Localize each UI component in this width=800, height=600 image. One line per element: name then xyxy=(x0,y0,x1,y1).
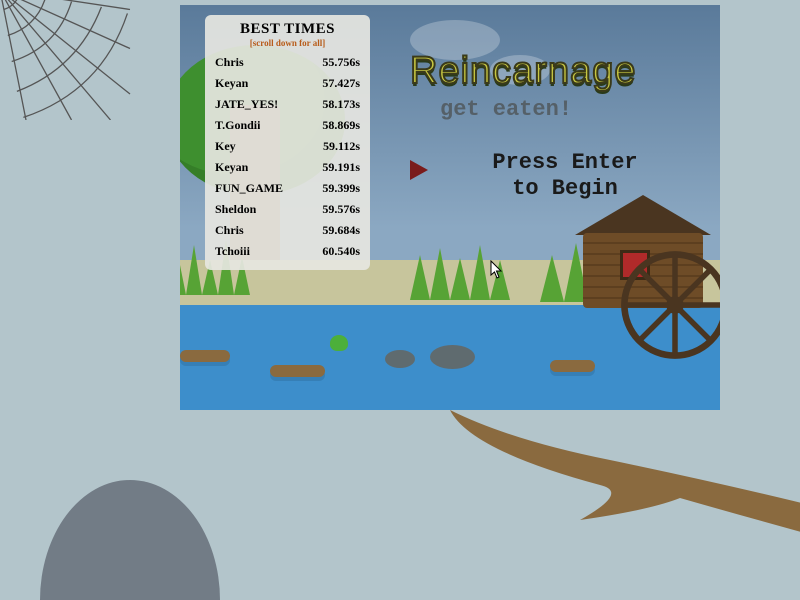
leaderboard-time: 59.399s xyxy=(322,178,360,199)
leaderboard-name: Chris xyxy=(215,220,244,241)
log xyxy=(270,365,325,377)
log xyxy=(550,360,595,372)
leaderboard-hint: [scroll down for all] xyxy=(215,38,360,48)
leaderboard-time: 57.427s xyxy=(322,73,360,94)
leaderboard-row: Keyan 57.427s xyxy=(215,73,360,94)
leaderboard-row: Sheldon 59.576s xyxy=(215,199,360,220)
leaderboard-time: 58.869s xyxy=(322,115,360,136)
river-stone xyxy=(430,345,475,369)
leaderboard-name: FUN_GAME xyxy=(215,178,283,199)
leaderboard-time: 55.756s xyxy=(322,52,360,73)
rock-decoration xyxy=(40,480,220,600)
leaderboard-time: 59.112s xyxy=(323,136,360,157)
press-enter-prompt[interactable]: Press Enter to Begin xyxy=(445,150,685,203)
leaderboard-heading: BEST TIMES xyxy=(215,21,360,38)
leaderboard-row: Chris 59.684s xyxy=(215,220,360,241)
leaderboard-name: Sheldon xyxy=(215,199,256,220)
leaderboard-time: 59.576s xyxy=(322,199,360,220)
leaderboard-row: Keyan 59.191s xyxy=(215,157,360,178)
leaderboard-name: Chris xyxy=(215,52,244,73)
leaderboard-name: JATE_YES! xyxy=(215,94,278,115)
leaderboard-row: Key 59.112s xyxy=(215,136,360,157)
log xyxy=(180,350,230,362)
branch-decoration xyxy=(420,400,800,560)
play-icon[interactable] xyxy=(410,160,428,180)
leaderboard-name: T.Gondii xyxy=(215,115,260,136)
player-frog xyxy=(330,335,348,351)
leaderboard-time: 59.191s xyxy=(322,157,360,178)
leaderboard-row: Tchoiii 60.540s xyxy=(215,241,360,262)
leaderboard-row: T.Gondii 58.869s xyxy=(215,115,360,136)
leaderboard-rows: Chris 55.756s Keyan 57.427s JATE_YES! 58.173s… xyxy=(215,52,360,262)
leaderboard-time: 58.173s xyxy=(322,94,360,115)
spiderweb-decoration xyxy=(0,0,140,120)
leaderboard-name: Tchoiii xyxy=(215,241,250,262)
river-stone xyxy=(385,350,415,368)
leaderboard-time: 60.540s xyxy=(322,241,360,262)
leaderboard-row: JATE_YES! 58.173s xyxy=(215,94,360,115)
mouse-cursor-icon xyxy=(490,260,504,280)
leaderboard-name: Keyan xyxy=(215,73,248,94)
game-viewport: Reincarnage get eaten! Press Enter to Be… xyxy=(180,5,720,410)
water-wheel xyxy=(620,250,720,360)
leaderboard-row: Chris 55.756s xyxy=(215,52,360,73)
leaderboard-name: Keyan xyxy=(215,157,248,178)
leaderboard-time: 59.684s xyxy=(322,220,360,241)
leaderboard-name: Key xyxy=(215,136,236,157)
game-subtitle: get eaten! xyxy=(440,97,572,122)
leaderboard-panel[interactable]: BEST TIMES [scroll down for all] Chris 55… xyxy=(205,15,370,270)
game-title: Reincarnage xyxy=(410,50,636,93)
leaderboard-row: FUN_GAME 59.399s xyxy=(215,178,360,199)
